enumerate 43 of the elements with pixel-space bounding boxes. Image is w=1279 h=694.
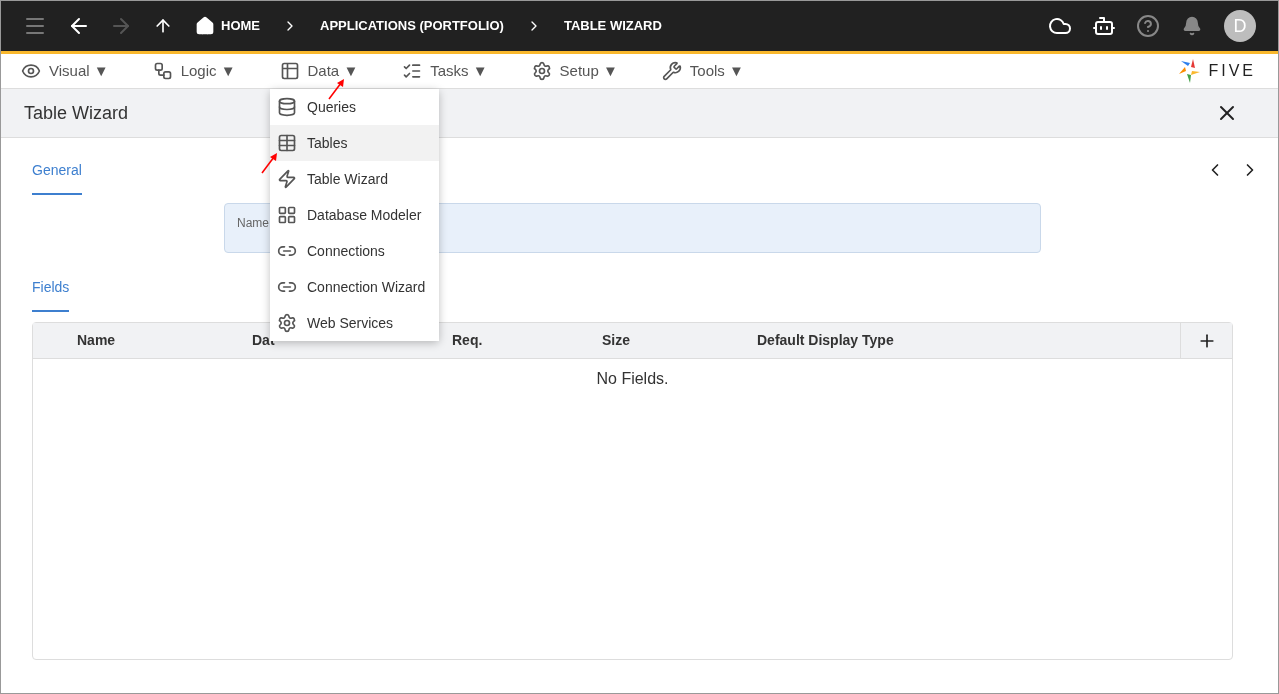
section-tab[interactable]: Fields: [32, 277, 70, 312]
logo-text: FIVE: [1208, 61, 1256, 81]
gear-icon: [277, 313, 297, 333]
table-icon: [279, 61, 300, 81]
annotation-arrow: [327, 77, 347, 101]
dropdown-item[interactable]: Connections: [270, 233, 439, 269]
breadcrumb-link[interactable]: TABLE WIZARD: [563, 16, 662, 36]
column-header: Req.: [451, 331, 484, 350]
dropdown-item[interactable]: Queries: [270, 89, 439, 125]
dropdown-item[interactable]: Web Services: [270, 305, 439, 341]
table-icon: [277, 133, 297, 153]
menu-item[interactable]: Data ▼: [279, 59, 359, 83]
flow-icon: [152, 61, 173, 81]
dropdown-item[interactable]: Tables: [270, 125, 439, 161]
dropdown-item[interactable]: Database Modeler: [270, 197, 439, 233]
column-header: Size: [601, 331, 631, 350]
menu-item[interactable]: Tasks ▼: [402, 59, 488, 83]
bell-icon[interactable]: [1182, 16, 1202, 36]
menu-item[interactable]: Setup ▼: [531, 59, 618, 83]
field-label: Name: [237, 216, 269, 230]
wrench-icon: [661, 61, 682, 81]
menu-item[interactable]: Logic ▼: [152, 59, 236, 83]
annotation-arrow: [260, 151, 280, 175]
panel-title: Table Wizard: [24, 101, 129, 125]
eye-icon: [21, 61, 41, 81]
home-icon[interactable]: [195, 16, 215, 36]
gear-icon: [531, 61, 552, 81]
column-header: Name: [76, 331, 117, 350]
empty-message: No Fields.: [596, 369, 669, 389]
section-tab[interactable]: General: [32, 160, 82, 195]
column-header: Default Display Type: [756, 331, 895, 350]
menu-item[interactable]: Tools ▼: [661, 59, 744, 83]
bolt-icon: [277, 169, 297, 189]
breadcrumb-link[interactable]: HOME: [221, 16, 260, 36]
dropdown-item[interactable]: Table Wizard: [270, 161, 439, 197]
database-icon: [277, 97, 297, 117]
grid-icon: [277, 205, 297, 225]
robot-chat-icon[interactable]: [1092, 14, 1116, 38]
dropdown-item[interactable]: Connection Wizard: [270, 269, 439, 305]
checklist-icon: [402, 61, 423, 81]
breadcrumb-link[interactable]: APPLICATIONS (PORTFOLIO): [320, 16, 504, 36]
menu-item[interactable]: Visual ▼: [21, 59, 109, 83]
help-icon[interactable]: [1136, 14, 1160, 38]
